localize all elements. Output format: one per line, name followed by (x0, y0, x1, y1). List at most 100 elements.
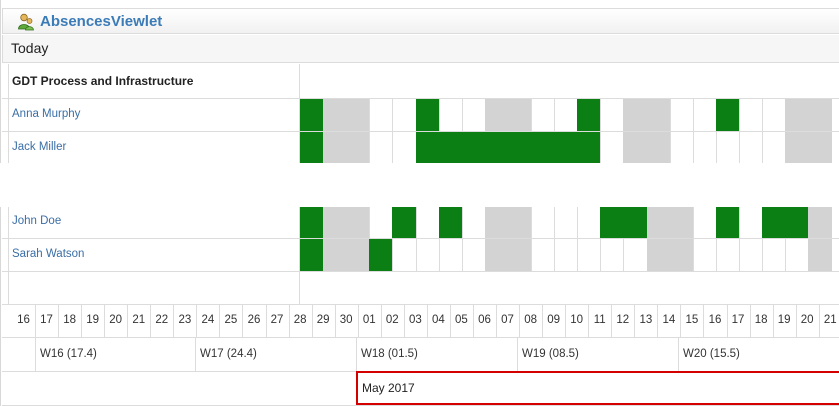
day-cell (600, 239, 624, 271)
day-cell (415, 206, 440, 238)
row-divider (2, 271, 839, 272)
week-label: W19 (08.5) (522, 348, 579, 360)
week-label: W18 (01.5) (361, 348, 418, 360)
day-label: 30 (339, 314, 353, 326)
day-label: 02 (385, 314, 399, 326)
absence-cell[interactable] (623, 206, 648, 238)
weekend-cell (323, 239, 348, 271)
absence-cell[interactable] (415, 99, 440, 131)
absence-cell[interactable] (438, 132, 463, 164)
day-cell (600, 99, 624, 131)
weekend-cell (507, 206, 532, 238)
day-cell (738, 239, 763, 271)
day-cell (392, 132, 416, 164)
day-label: 17 (731, 314, 745, 326)
day-label: 10 (570, 314, 584, 326)
weekend-cell (646, 99, 671, 131)
week-divider (356, 337, 357, 371)
absence-cell[interactable] (507, 132, 532, 164)
day-cell (554, 206, 578, 238)
person-jack-miller[interactable]: Jack Miller (12, 141, 66, 153)
day-cell (577, 239, 601, 271)
day-cell (531, 239, 555, 271)
month-label: May 2017 (362, 381, 415, 395)
absence-cell[interactable] (392, 206, 417, 238)
day-label: 03 (408, 314, 422, 326)
absence-cell[interactable] (577, 132, 602, 164)
absence-cell[interactable] (785, 206, 810, 238)
day-cell (762, 132, 786, 164)
weekend-cell (623, 99, 648, 131)
day-cell (738, 206, 763, 238)
absence-cell[interactable] (300, 132, 324, 164)
day-label: 08 (524, 314, 537, 326)
collapsed-row (0, 163, 839, 207)
absence-cell[interactable] (762, 206, 786, 238)
weekend-cell (346, 132, 371, 164)
day-label: 20 (800, 314, 814, 326)
day-cell (392, 239, 416, 271)
day-cell (461, 239, 486, 271)
day-label: 18 (754, 314, 768, 326)
month-selection[interactable] (356, 371, 839, 405)
day-label: 19 (86, 314, 100, 326)
day-cell (531, 206, 555, 238)
viewlet-titlebar: AbsencesViewlet (2, 8, 839, 34)
absence-cell[interactable] (415, 132, 440, 164)
day-cell (369, 132, 393, 164)
day-cell (577, 206, 601, 238)
week-divider (678, 337, 679, 371)
person-sarah-watson[interactable]: Sarah Watson (12, 248, 84, 260)
day-cell (461, 206, 486, 238)
absence-cell[interactable] (300, 99, 324, 131)
absence-cell[interactable] (438, 206, 463, 238)
person-john-doe[interactable]: John Doe (12, 215, 61, 227)
week-label: W20 (15.5) (683, 348, 740, 360)
day-label: 21 (132, 314, 146, 326)
absence-cell[interactable] (300, 206, 324, 238)
viewlet-title: AbsencesViewlet (40, 13, 163, 30)
day-cell (531, 99, 555, 131)
week-divider (35, 337, 36, 371)
absence-cell[interactable] (577, 99, 602, 131)
day-label: 27 (270, 314, 284, 326)
weekend-cell (484, 239, 509, 271)
absence-cell[interactable] (461, 132, 486, 164)
day-label: 26 (247, 314, 261, 326)
weekend-cell (808, 132, 833, 164)
weekend-cell (669, 206, 694, 238)
weekend-cell (323, 206, 348, 238)
absence-cell[interactable] (554, 132, 579, 164)
day-cell (785, 239, 809, 271)
day-label: 12 (616, 314, 630, 326)
day-label: 07 (501, 314, 514, 326)
absence-cell[interactable] (600, 206, 625, 238)
absence-cell[interactable] (531, 132, 555, 164)
weekend-cell (623, 132, 648, 164)
today-button[interactable]: Today (11, 40, 48, 56)
day-cell (669, 99, 694, 131)
absence-cell[interactable] (369, 239, 394, 271)
weekend-cell (346, 239, 371, 271)
day-cell (438, 239, 463, 271)
weekend-cell (646, 239, 671, 271)
person-anna-murphy[interactable]: Anna Murphy (12, 108, 80, 120)
day-cell (392, 99, 416, 131)
weekend-cell (484, 99, 509, 131)
week-divider (195, 337, 196, 371)
day-label: 06 (478, 314, 491, 326)
weekend-cell (646, 206, 671, 238)
group-name: GDT Process and Infrastructure (12, 74, 194, 88)
day-cell (715, 132, 740, 164)
day-cell (669, 132, 694, 164)
absence-cell[interactable] (715, 206, 740, 238)
absence-cell[interactable] (300, 239, 324, 271)
absence-cell[interactable] (484, 132, 509, 164)
day-cell (369, 206, 393, 238)
absence-cell[interactable] (715, 99, 740, 131)
weekend-cell (346, 99, 371, 131)
day-label: 25 (224, 314, 238, 326)
today-bar[interactable]: Today (2, 35, 839, 63)
day-cell (692, 99, 717, 131)
day-cell (692, 239, 717, 271)
